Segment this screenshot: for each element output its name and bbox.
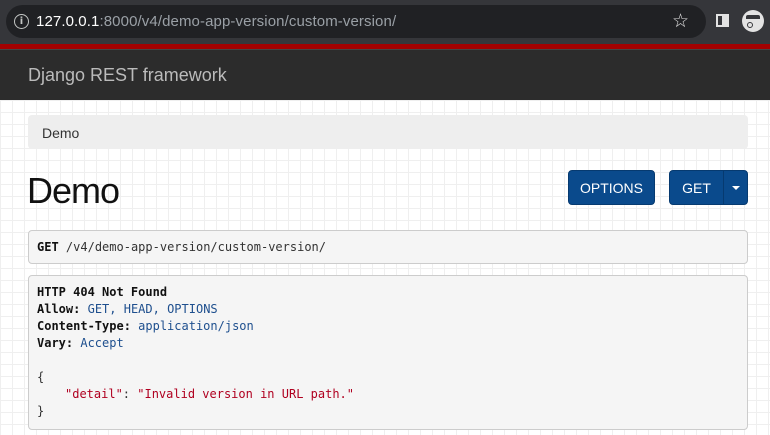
breadcrumb-item-demo[interactable]: Demo: [42, 125, 79, 141]
address-bar[interactable]: i 127.0.0.1:8000/v4/demo-app-version/cus…: [6, 5, 706, 38]
url-text[interactable]: 127.0.0.1:8000/v4/demo-app-version/custo…: [36, 13, 396, 30]
url-host: 127.0.0.1: [36, 13, 100, 30]
main-content: Demo Demo OPTIONS GET GET /v4/demo-app-v…: [0, 100, 770, 435]
request-method: GET: [37, 240, 59, 254]
request-info: GET /v4/demo-app-version/custom-version/: [28, 230, 748, 264]
header-name: Content-Type:: [37, 319, 131, 333]
breadcrumb: Demo: [28, 115, 748, 149]
incognito-icon[interactable]: [742, 10, 764, 32]
navbar-brand[interactable]: Django REST framework: [28, 65, 227, 86]
site-info-icon[interactable]: i: [14, 14, 29, 29]
header-value: Accept: [80, 336, 124, 350]
header-name: Allow:: [37, 302, 81, 316]
header-name: Vary:: [37, 336, 74, 350]
json-value: "Invalid version in URL path.": [137, 387, 354, 401]
get-format-dropdown-button[interactable]: [723, 170, 748, 205]
url-path: :8000/v4/demo-app-version/custom-version…: [99, 13, 397, 30]
navbar: Django REST framework: [0, 49, 770, 100]
get-button[interactable]: GET: [669, 170, 724, 205]
request-path: /v4/demo-app-version/custom-version/: [65, 240, 327, 254]
response-status: HTTP 404 Not Found: [37, 285, 168, 299]
header-value: application/json: [138, 319, 254, 333]
json-open-brace: {: [37, 370, 45, 384]
side-panel-icon[interactable]: [716, 14, 729, 27]
page-title: Demo: [27, 170, 120, 211]
json-key: "detail": [65, 387, 123, 401]
options-button[interactable]: OPTIONS: [568, 170, 655, 205]
json-close-brace: }: [37, 404, 45, 418]
bookmark-star-icon[interactable]: ☆: [672, 10, 689, 32]
response-info: HTTP 404 Not Found Allow: GET, HEAD, OPT…: [28, 275, 748, 430]
browser-toolbar: i 127.0.0.1:8000/v4/demo-app-version/cus…: [0, 0, 770, 44]
json-colon: :: [122, 387, 138, 401]
header-value: GET, HEAD, OPTIONS: [87, 302, 218, 316]
